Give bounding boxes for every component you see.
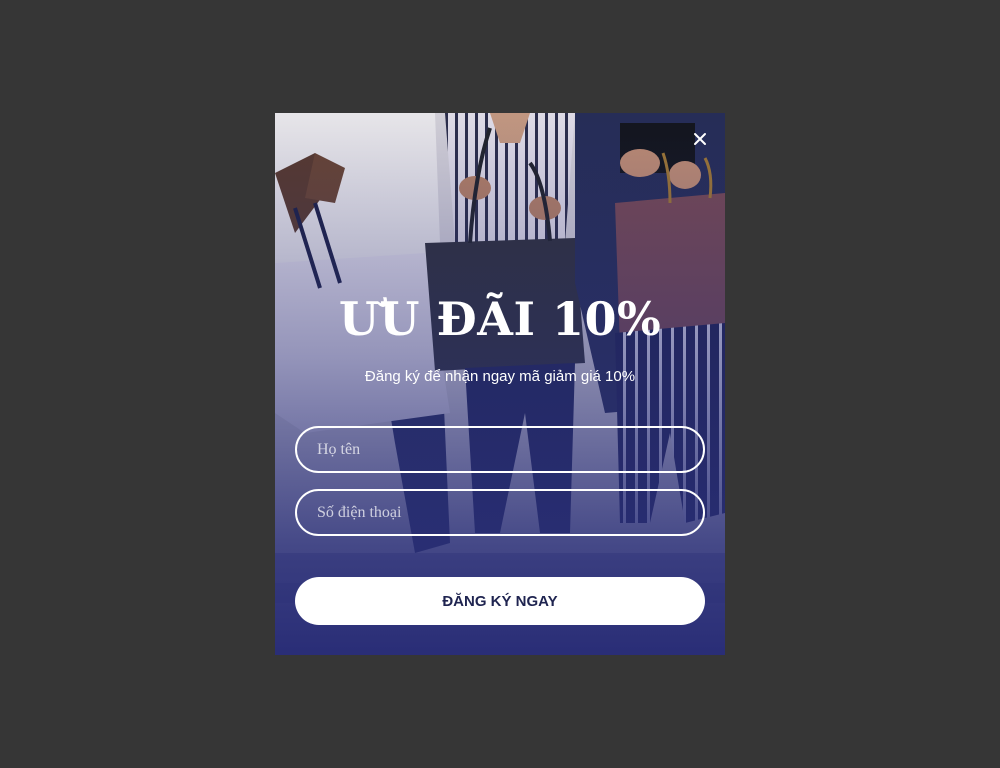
promo-headline: ƯU ĐÃI 10% [338, 292, 662, 346]
phone-input[interactable] [295, 489, 705, 536]
close-icon [694, 133, 706, 145]
name-input[interactable] [295, 426, 705, 473]
promo-popup: ƯU ĐÃI 10% Đăng ký để nhận ngay mã giảm … [275, 113, 725, 655]
close-button[interactable] [685, 124, 715, 154]
promo-subtitle: Đăng ký để nhận ngay mã giảm giá 10% [364, 368, 636, 385]
register-button[interactable]: ĐĂNG KÝ NGAY [295, 577, 705, 625]
